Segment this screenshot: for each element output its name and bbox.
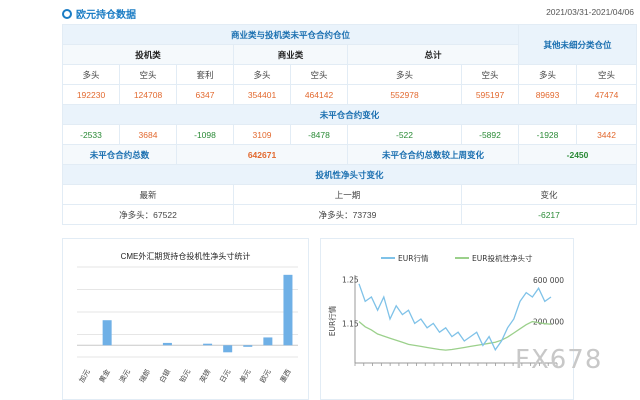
bar: [102, 320, 112, 346]
change-cell: 3442: [576, 124, 638, 145]
section-title-text: 欧元持仓数据: [76, 10, 136, 21]
value-cell: 6347: [176, 84, 234, 105]
value-cell: 354401: [233, 84, 291, 105]
change-cell: 3109: [233, 124, 291, 145]
spec-title: 投机性净头寸变化: [61, 164, 638, 185]
bar-chart: 加元 黄金 澳元 瑞郎 白银 铂元 英镑 日元 美元 欧元 墨西: [77, 266, 298, 385]
spec-latest: 净多头：67522: [62, 204, 234, 225]
positions-table: 商业类与投机类未平仓合约仓位 其他未细分类仓位 投机类 商业类 总计 多头 空头…: [61, 24, 638, 225]
sub-header: 空头: [460, 64, 520, 85]
value-cell: 124708: [119, 84, 177, 105]
bar: [203, 343, 213, 346]
sub-header: 多头: [62, 64, 120, 85]
value-cell: 47474: [576, 84, 638, 105]
value-cell: 464142: [290, 84, 348, 105]
left-tick-label: 1.15: [342, 319, 359, 328]
bar: [263, 337, 273, 346]
spec-header-change: 变化: [460, 184, 638, 205]
noncommercial-title: 商业类与投机类未平仓合约仓位: [61, 24, 520, 45]
watermark: FX678: [515, 345, 603, 375]
sub-header: 多头: [518, 64, 578, 85]
value-cell: 552978: [347, 84, 462, 105]
oi-change-label: 未平仓合约总数较上周变化: [346, 144, 520, 165]
category-label: 墨西: [279, 368, 293, 384]
sub-header: 空头: [576, 64, 638, 85]
section-title: 欧元持仓数据: [62, 6, 136, 21]
group-total: 总计: [346, 44, 520, 65]
change-title: 未平仓合约变化: [61, 104, 638, 125]
category-label: 澳元: [117, 368, 132, 385]
change-cell: -5892: [460, 124, 520, 145]
left-tick-label: 1.25: [342, 275, 359, 284]
bar-chart-panel: CME外汇期货持仓投机性净头寸统计 加元 黄金 澳元 瑞郎 白银 铂元 英镑 日元 美元 欧元 墨西: [62, 238, 309, 400]
line-chart: EUR行情 EUR投机性净头寸1.251.15600 000200 000EUR行…: [327, 253, 564, 366]
change-cell: 3684: [119, 124, 177, 145]
value-cell: 192230: [62, 84, 120, 105]
change-cell: -2533: [62, 124, 120, 145]
sub-header: 多头: [347, 64, 462, 85]
sub-header: 多头: [233, 64, 291, 85]
spec-header-previous: 上一期: [233, 184, 462, 205]
value-cell: 595197: [460, 84, 520, 105]
category-label: 白银: [157, 368, 172, 385]
category-label: 美元: [238, 368, 253, 385]
right-tick-label: 600 000: [533, 276, 564, 285]
page-header: 欧元持仓数据 2021/03/31-2021/04/06: [60, 4, 636, 22]
sub-header: 空头: [290, 64, 348, 85]
oi-change-value: -2450: [518, 144, 638, 165]
y-axis-label: EUR行情: [327, 305, 337, 336]
category-label: 铂元: [177, 368, 192, 385]
change-cell: -1928: [518, 124, 578, 145]
legend-label: EUR行情: [398, 253, 429, 263]
eur-price-line: [358, 283, 552, 352]
bar: [162, 342, 172, 346]
bar: [283, 274, 293, 346]
bar: [223, 345, 233, 353]
oi-total-label: 未平仓合约总数: [62, 144, 177, 165]
change-cell: -522: [347, 124, 462, 145]
category-label: 日元: [218, 368, 232, 384]
category-label: 欧元: [258, 368, 273, 385]
bar: [243, 345, 253, 347]
change-cell: -8478: [290, 124, 348, 145]
circle-icon: [62, 9, 72, 19]
spec-change: -6217: [460, 204, 638, 225]
group-commercial: 商业类: [233, 44, 348, 65]
category-label: 瑞郎: [137, 368, 152, 385]
sub-header: 空头: [119, 64, 177, 85]
category-label: 英镑: [198, 368, 213, 385]
spec-header-latest: 最新: [62, 184, 234, 205]
category-label: 加元: [77, 368, 92, 385]
legend-label: EUR投机性净头寸: [472, 253, 533, 263]
group-speculative: 投机类: [62, 44, 234, 65]
change-cell: -1098: [176, 124, 234, 145]
oi-total-value: 642671: [176, 144, 348, 165]
other-title: 其他未细分类仓位: [518, 24, 638, 65]
sub-header: 套利: [176, 64, 234, 85]
category-label: 黄金: [97, 368, 112, 385]
value-cell: 89693: [518, 84, 578, 105]
date-range: 2021/03/31-2021/04/06: [546, 7, 634, 17]
line-chart-panel: EUR行情 EUR投机性净头寸 1.25 1.15 600 000 200 000 EUR行…: [320, 238, 574, 400]
spec-previous: 净多头：73739: [233, 204, 462, 225]
